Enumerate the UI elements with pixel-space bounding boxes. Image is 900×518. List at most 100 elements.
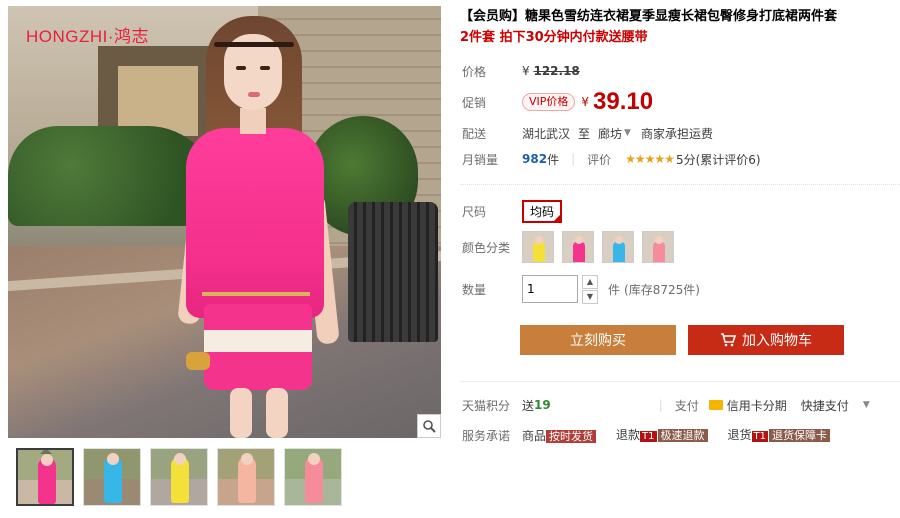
points-value: 19 — [534, 398, 551, 412]
thumbnail-3[interactable] — [150, 448, 208, 506]
credit-installment-link[interactable]: 信用卡分期 — [727, 397, 787, 414]
quantity-stepper: ▲ ▼ 件 (库存8725件) — [522, 274, 700, 304]
thumbnail-2[interactable] — [83, 448, 141, 506]
quantity-decrease-button[interactable]: ▼ — [582, 289, 598, 304]
points-prefix: 送 — [522, 398, 535, 413]
quantity-buttons: ▲ ▼ — [582, 274, 598, 304]
shipping-origin: 湖北武汉 — [522, 126, 571, 141]
swatch-head — [535, 236, 543, 244]
shipping-to: 至 — [578, 126, 591, 141]
zoom-button[interactable] — [417, 414, 441, 438]
model-lips — [248, 92, 260, 97]
model-eye-left — [236, 66, 246, 70]
section-divider — [460, 184, 900, 185]
service-return[interactable]: 退货 T1 退货保障卡 — [728, 426, 831, 444]
add-to-cart-label: 加入购物车 — [742, 333, 812, 349]
magnifier-icon — [423, 420, 436, 433]
promo-row: 促销 VIP价格 ¥ 39.10 — [460, 84, 900, 120]
stock-count: (库存8725件) — [624, 282, 700, 297]
shipping-label: 配送 — [462, 126, 487, 141]
review-score-link[interactable]: 5分(累计评价6) — [676, 151, 761, 168]
model-dress-top — [186, 128, 324, 318]
service-label: 服务承诺 — [462, 428, 511, 443]
price-label: 价格 — [462, 64, 487, 79]
color-swatch-4[interactable] — [642, 231, 674, 263]
expand-down-icon[interactable]: ▼ — [863, 400, 870, 410]
t1-badge: T1 — [640, 431, 657, 442]
product-meta: 价格 ¥ 122.18 促销 VIP价格 ¥ 39.10 配送 湖北武汉 至 廊… — [460, 58, 900, 172]
original-price: ¥ 122.18 — [522, 64, 580, 78]
chevron-down-icon[interactable]: ▼ — [624, 128, 631, 138]
model-eye-right — [260, 66, 270, 70]
quantity-label: 数量 — [462, 282, 487, 297]
original-price-value: 122.18 — [533, 64, 580, 78]
thumbnail-head — [174, 453, 186, 465]
color-swatch-2[interactable] — [562, 231, 594, 263]
divider-bar: | — [571, 152, 576, 166]
thumbnail-1[interactable] — [16, 448, 74, 506]
model-belt — [202, 292, 310, 296]
shipping-destination-select[interactable]: 廊坊 — [598, 125, 622, 142]
purchase-actions: 立刻购买 加入购物车 — [460, 325, 900, 355]
color-swatch-1[interactable] — [522, 231, 554, 263]
credit-card-icon — [708, 400, 723, 410]
swatch-head — [655, 236, 663, 244]
promo-price-currency: ¥ — [581, 95, 590, 109]
pay-label: 支付 — [674, 398, 699, 413]
service-row: 服务承诺 商品 按时发货 退款 T1 极速退款 退货 T1 退货保障卡 — [460, 420, 900, 450]
product-subtitle: 2件套 拍下30分钟内付款送腰带 — [460, 30, 648, 45]
brand-logo: HONGZHI·鸿志 — [26, 27, 150, 46]
model-bracelet — [186, 352, 210, 370]
color-swatch-3[interactable] — [602, 231, 634, 263]
rating-stars-icon: ★★★★★ — [625, 152, 675, 166]
size-label: 尺码 — [462, 204, 487, 219]
swatch-dress — [653, 242, 665, 262]
thumbnail-5[interactable] — [284, 448, 342, 506]
model-leg-left — [230, 388, 252, 438]
add-to-cart-button[interactable]: 加入购物车 — [688, 325, 844, 355]
service-shipping[interactable]: 商品 按时发货 — [522, 427, 597, 444]
model-figure — [177, 12, 348, 438]
thumbnail-strip — [8, 448, 441, 506]
sales-label: 月销量 — [462, 152, 499, 167]
model-neck — [240, 108, 266, 134]
swatch-head — [615, 236, 623, 244]
service-refund[interactable]: 退款 T1 极速退款 — [616, 426, 708, 444]
main-product-photo[interactable]: HONGZHI·鸿志 — [8, 6, 441, 438]
promo-label: 促销 — [462, 95, 487, 110]
promo-price-value: 39.10 — [593, 88, 654, 115]
service-shipping-tag: 按时发货 — [546, 429, 597, 443]
service-shipping-label: 商品 — [522, 428, 547, 443]
thumbnail-head — [41, 454, 53, 466]
thumbnail-head — [241, 453, 253, 465]
points-row: 天猫积分 送 19 | 支付 信用卡分期 快捷支付 ▼ — [460, 390, 900, 420]
review-label: 评价 — [587, 152, 612, 167]
shipping-row: 配送 湖北武汉 至 廊坊 ▼ 商家承担运费 — [460, 120, 900, 146]
t1-badge: T1 — [751, 431, 769, 442]
sales-unit: 件 — [547, 152, 560, 167]
swatch-dress — [573, 242, 585, 262]
quantity-row: 数量 ▲ ▼ 件 (库存8725件) — [460, 267, 900, 311]
product-detail-panel: 【会员购】糖果色雪纺连衣裙夏季显瘦长裙包臀修身打底裙两件套 2件套 拍下30分钟… — [460, 6, 900, 450]
thumbnail-head — [107, 453, 119, 465]
cart-icon — [721, 333, 736, 347]
size-option-selected[interactable]: 均码 — [522, 199, 563, 223]
points-label: 天猫积分 — [462, 398, 511, 413]
service-return-label: 退货 — [727, 428, 752, 442]
buy-now-button[interactable]: 立刻购买 — [520, 325, 676, 355]
size-row: 尺码 均码 — [460, 195, 900, 227]
extra-info: 天猫积分 送 19 | 支付 信用卡分期 快捷支付 ▼ 服务承诺 商品 按时发货 … — [460, 381, 900, 450]
swatch-head — [575, 236, 583, 244]
quick-pay-link[interactable]: 快捷支付 — [801, 397, 849, 414]
product-gallery: HONGZHI·鸿志 — [8, 6, 441, 506]
service-refund-tag: 极速退款 — [657, 429, 708, 442]
model-headband — [214, 42, 294, 47]
quantity-input[interactable] — [522, 275, 578, 303]
color-row: 颜色分类 — [460, 227, 900, 267]
sales-count: 982 — [522, 152, 548, 166]
thumbnail-4[interactable] — [217, 448, 275, 506]
price-row: 价格 ¥ 122.18 — [460, 58, 900, 84]
shipping-note: 商家承担运费 — [640, 126, 713, 141]
quantity-increase-button[interactable]: ▲ — [582, 274, 598, 289]
quantity-unit: 件 — [608, 282, 621, 297]
